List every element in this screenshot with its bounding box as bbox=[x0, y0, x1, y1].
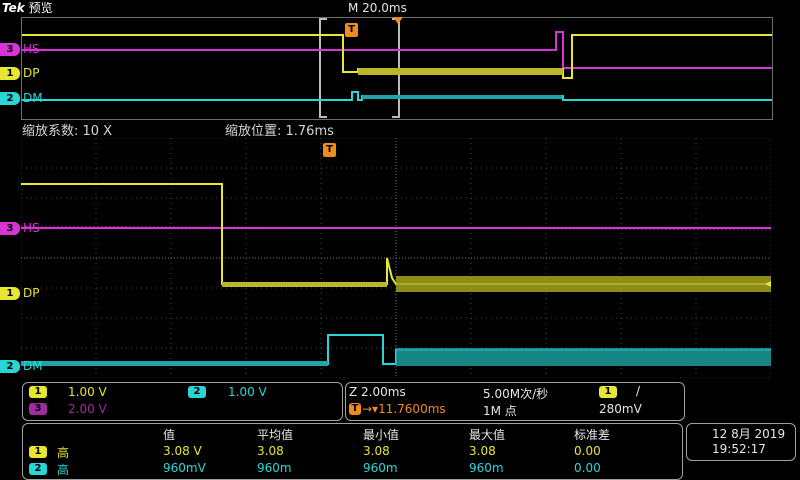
measure-header-stddev: 标准差 bbox=[574, 428, 611, 442]
ch2-scale-badge: 2 bbox=[188, 386, 206, 398]
ch2-scale: 1.00 V bbox=[228, 385, 267, 399]
acquisition-mode: 预览 bbox=[28, 1, 53, 15]
ch3-scale: 2.00 V bbox=[68, 402, 107, 416]
measure-row1-badge: 1 bbox=[29, 446, 47, 458]
trigger-position-icon: T bbox=[349, 403, 361, 415]
measure-row1-stddev: 0.00 bbox=[574, 444, 601, 458]
measure-row2-stddev: 0.00 bbox=[574, 461, 601, 475]
overview-ch2-marker[interactable]: 2 bbox=[0, 92, 20, 105]
zoom-ch1-name: DP bbox=[23, 286, 40, 300]
date-display: 12 8月 2019 bbox=[712, 427, 786, 441]
overview-dp-activity bbox=[358, 68, 563, 75]
measure-row1-mean: 3.08 bbox=[257, 444, 284, 458]
measure-header-value: 值 bbox=[163, 428, 176, 442]
dp-activity bbox=[396, 276, 771, 292]
trigger-source-badge: 1 bbox=[599, 386, 617, 398]
zoom-graticule[interactable]: T bbox=[21, 138, 771, 378]
trigger-position: →▾11.7600ms bbox=[362, 402, 446, 416]
zoom-timescale: Z 2.00ms bbox=[349, 385, 406, 399]
measure-row2-value: 960mV bbox=[163, 461, 206, 475]
measure-row2-max: 960m bbox=[469, 461, 504, 475]
sample-rate: 5.00M次/秒 bbox=[483, 387, 549, 401]
time-display: 19:52:17 bbox=[712, 442, 766, 456]
measure-header-min: 最小值 bbox=[363, 428, 400, 442]
overview-dm-activity bbox=[362, 95, 562, 99]
zoom-waveforms bbox=[21, 138, 771, 378]
zoom-factor: 缩放系数: 10 X bbox=[22, 124, 113, 139]
timebase-readout: M 20.0ms bbox=[348, 1, 407, 15]
graticule-center-lines bbox=[21, 138, 771, 378]
overview-ch1-marker[interactable]: 1 bbox=[0, 67, 20, 80]
measure-row2-badge: 2 bbox=[29, 463, 47, 475]
zoom-ch3-marker[interactable]: 3 bbox=[0, 222, 20, 235]
dm-noise bbox=[21, 361, 328, 366]
record-length: 1M 点 bbox=[483, 404, 517, 418]
horizontal-settings-box[interactable]: Z 2.00ms 5.00M次/秒 1 / T →▾11.7600ms 1M 点… bbox=[345, 382, 685, 421]
zoom-ch1-marker[interactable]: 1 bbox=[0, 287, 20, 300]
ch1-scale: 1.00 V bbox=[68, 385, 107, 399]
overview-hs-trace bbox=[22, 31, 772, 69]
overview-window[interactable]: T bbox=[21, 17, 773, 120]
measure-header-max: 最大值 bbox=[469, 428, 506, 442]
vertical-settings-box[interactable]: 1 1.00 V 2 1.00 V 3 2.00 V bbox=[22, 382, 343, 421]
ch1-scale-badge: 1 bbox=[29, 386, 47, 398]
measure-row1-max: 3.08 bbox=[469, 444, 496, 458]
ch3-scale-badge: 3 bbox=[29, 403, 47, 415]
zoom-ch2-marker[interactable]: 2 bbox=[0, 360, 20, 373]
measurement-table[interactable]: 值 平均值 最小值 最大值 标准差 1 高 3.08 V 3.08 3.08 3… bbox=[22, 423, 683, 480]
trigger-level: 280mV bbox=[599, 402, 642, 416]
dm-activity bbox=[396, 348, 771, 366]
datetime-box: 12 8月 2019 19:52:17 bbox=[686, 423, 796, 461]
measure-row1-min: 3.08 bbox=[363, 444, 390, 458]
measure-row2-min: 960m bbox=[363, 461, 398, 475]
zoom-position: 缩放位置: 1.76ms bbox=[225, 124, 334, 139]
trigger-position-arrow-icon bbox=[393, 17, 403, 24]
brand-label: Tek 预览 bbox=[2, 0, 53, 16]
measure-row2-label: 高 bbox=[57, 463, 70, 477]
zoom-trigger-marker: T bbox=[323, 143, 336, 157]
zoom-ch3-name: HS bbox=[23, 221, 40, 235]
dp-noise bbox=[222, 282, 387, 287]
overview-ch2-name: DM bbox=[23, 91, 43, 105]
measure-row1-value: 3.08 V bbox=[163, 444, 202, 458]
measure-header-mean: 平均值 bbox=[257, 428, 294, 442]
overview-ch3-name: HS bbox=[23, 42, 40, 56]
overview-ch3-marker[interactable]: 3 bbox=[0, 43, 20, 56]
zoom-ch2-name: DM bbox=[23, 359, 43, 373]
overview-trigger-marker: T bbox=[345, 23, 358, 37]
overview-waveforms bbox=[22, 18, 772, 118]
trigger-slope-icon: / bbox=[636, 384, 641, 398]
tek-logo: Tek bbox=[2, 1, 25, 15]
measure-row1-label: 高 bbox=[57, 446, 70, 460]
overview-ch1-name: DP bbox=[23, 66, 40, 80]
measure-row2-mean: 960m bbox=[257, 461, 292, 475]
